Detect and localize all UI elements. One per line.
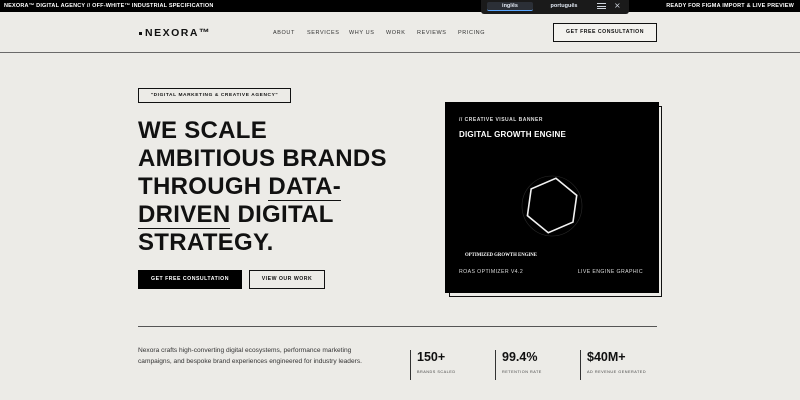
stat-value: 150+ — [417, 350, 446, 364]
stat-label: BRANDS SCALED — [417, 370, 456, 374]
engine-label: OPTIMIZED GROWTH ENGINE — [465, 253, 537, 258]
topbar-right-text: READY FOR FIGMA IMPORT & LIVE PREVIEW — [666, 3, 794, 9]
main-navigation: NEXORA™ ABOUT SERVICES WHY US WORK REVIE… — [0, 12, 800, 53]
headline-line-1: WE SCALE — [138, 117, 268, 144]
nav-link-why-us[interactable]: WHY US — [349, 30, 375, 36]
topbar-left-text: NEXORA™ DIGITAL AGENCY // OFF-WHITE™ IND… — [4, 3, 214, 9]
nav-link-pricing[interactable]: PRICING — [458, 30, 485, 36]
close-icon[interactable]: × — [614, 1, 621, 10]
logo-square-icon — [139, 31, 142, 35]
menu-icon[interactable] — [597, 2, 606, 10]
nav-consultation-button[interactable]: GET FREE CONSULTATION — [553, 23, 657, 42]
live-engine-caption: LIVE ENGINE GRAPHIC — [577, 269, 643, 275]
creative-banner: // CREATIVE VISUAL BANNER DIGITAL GROWTH… — [445, 102, 659, 293]
banner-title: DIGITAL GROWTH ENGINE — [459, 130, 567, 139]
stat-value: 99.4% — [502, 350, 538, 364]
stat-brands-scaled: 150+ BRANDS SCALED — [410, 350, 456, 380]
banner-kicker: // CREATIVE VISUAL BANNER — [459, 117, 543, 123]
hero-consultation-button[interactable]: GET FREE CONSULTATION — [138, 270, 242, 289]
logo-text: NEXORA™ — [145, 27, 211, 39]
roas-caption: ROAS OPTIMIZER V4.2 — [459, 269, 524, 275]
language-option-english[interactable]: inglês — [487, 2, 533, 11]
headline-underlined-data: DATA- — [268, 173, 341, 201]
top-announcement-bar: NEXORA™ DIGITAL AGENCY // OFF-WHITE™ IND… — [0, 0, 800, 12]
nav-link-about[interactable]: ABOUT — [273, 30, 295, 36]
agency-tag: "DIGITAL MARKETING & CREATIVE AGENCY" — [138, 88, 291, 103]
language-option-portuguese[interactable]: português — [539, 2, 589, 11]
headline-line-4: DIGITAL — [230, 201, 334, 228]
nav-link-services[interactable]: SERVICES — [307, 30, 340, 36]
stat-label: RETENTION RATE — [502, 370, 542, 374]
brand-logo[interactable]: NEXORA™ — [139, 27, 211, 39]
hexagon-icon — [521, 175, 583, 237]
nav-link-reviews[interactable]: REVIEWS — [417, 30, 447, 36]
stat-retention-rate: 99.4% RETENTION RATE — [495, 350, 542, 380]
headline-line-5: STRATEGY. — [138, 229, 274, 256]
stat-ad-revenue: $40M+ AD REVENUE GENERATED — [580, 350, 646, 380]
section-divider — [138, 326, 657, 327]
headline-line-2: AMBITIOUS BRANDS — [138, 145, 387, 172]
stat-label: AD REVENUE GENERATED — [587, 370, 647, 374]
hero-headline: WE SCALE AMBITIOUS BRANDS THROUGH DATA- … — [138, 117, 438, 257]
nav-link-work[interactable]: WORK — [386, 30, 406, 36]
stat-value: $40M+ — [587, 350, 626, 364]
headline-line-3: THROUGH — [138, 173, 269, 200]
about-paragraph: Nexora crafts high-converting digital ec… — [138, 347, 362, 365]
headline-underlined-driven: DRIVEN — [138, 201, 231, 229]
view-work-button[interactable]: VIEW OUR WORK — [249, 270, 325, 289]
